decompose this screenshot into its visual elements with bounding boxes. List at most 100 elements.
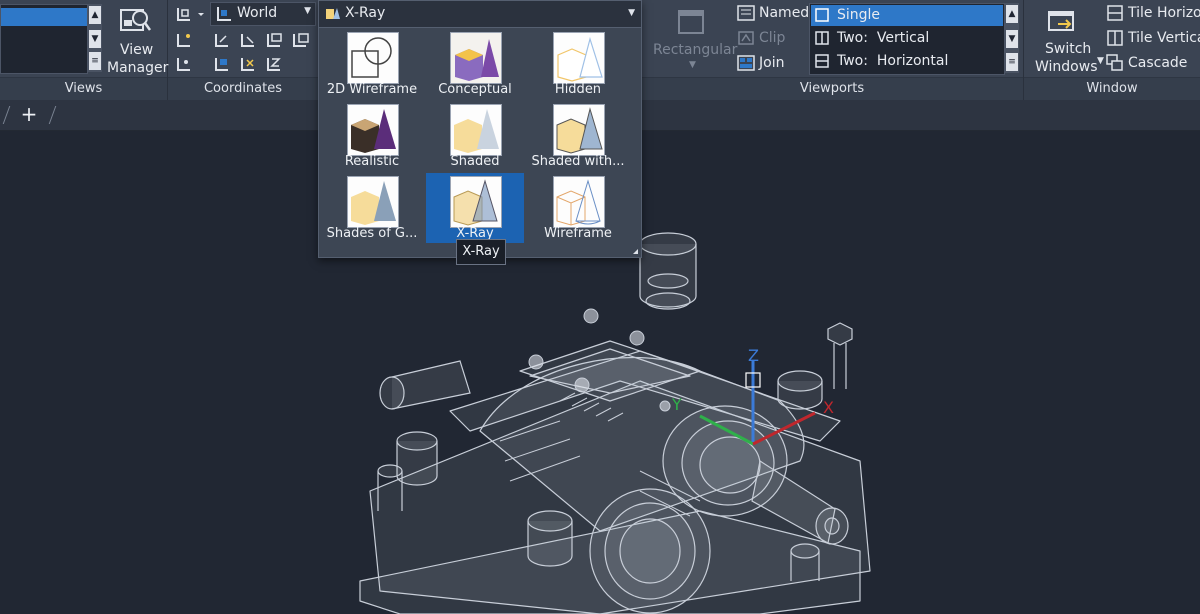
cascade-button[interactable]: Cascade [1106,54,1200,74]
ucs-zaxis-icon[interactable] [174,54,196,74]
ucs-y-label: Y [671,395,682,414]
tile-horizontal-button[interactable]: Tile Horizon [1106,4,1200,24]
style-2d-wireframe[interactable]: 2D Wireframe [323,29,421,99]
ucs-face-icon[interactable] [212,30,234,50]
viewport-config-label: Two: Vertical [837,30,930,46]
visual-style-icon [326,8,340,19]
switch-windows-label-1: Switch [1045,41,1092,57]
viewport-config-label: Two: Horizontal [837,53,949,69]
clip-label: Clip [759,30,786,46]
clip-icon [738,31,754,45]
cascade-label: Cascade [1128,55,1188,71]
views-list[interactable] [0,4,88,74]
ucs-view-icon[interactable] [264,30,286,50]
hidden-icon [557,36,603,82]
scroll-up-icon[interactable]: ▲ [1006,5,1018,23]
two-horizontal-icon [815,54,829,68]
ucs-icon [177,8,204,21]
style-hidden[interactable]: Hidden [529,29,627,99]
visual-style-dropdown[interactable]: X-Ray ▼ [319,1,641,28]
style-label: Hidden [554,82,602,97]
tile-horizontal-label: Tile Horizon [1128,5,1200,21]
viewports-panel: Rectangular ▼ Named Clip Join Single Two… [641,0,1024,100]
style-label: Shaded with... [531,154,625,169]
rectangular-viewport-icon [678,10,704,34]
chevron-down-icon: ▼ [628,8,635,18]
switch-windows-button[interactable]: Switch Windows ▼ [1028,4,1104,75]
tab-separator [0,106,11,124]
view-manager-label-1: View [120,42,154,58]
cascade-icon [1106,54,1123,71]
tile-vertical-button[interactable]: Tile Vertical [1106,29,1200,49]
viewport-config-two-horizontal[interactable]: Two: Horizontal [811,51,1003,72]
realistic-icon [351,109,396,153]
expand-icon[interactable]: ≡ [1006,53,1018,71]
style-label: 2D Wireframe [326,82,418,97]
style-shaded[interactable]: Shaded [426,101,524,171]
chevron-down-icon: ▼ [689,60,696,70]
views-list-selected[interactable] [1,8,87,26]
named-button[interactable]: Named [737,4,810,24]
view-manager-label-2: Manager [107,60,169,76]
tile-horizontal-icon [1107,5,1123,21]
clip-button[interactable]: Clip [737,29,807,49]
ucs-x-icon[interactable] [212,54,234,74]
style-x-ray[interactable]: X-Ray [426,173,524,243]
viewport-config-scrollbar[interactable]: ▲ ▼ ≡ [1005,3,1019,73]
coordinates-panel: World ▼ Coordinates [168,0,319,100]
window-panel: Switch Windows ▼ Tile Horizon Tile Verti… [1024,0,1200,100]
shaded-with-edges-icon [556,107,603,154]
style-wireframe[interactable]: Wireframe [529,173,627,243]
visual-style-current: X-Ray [345,5,386,21]
scroll-up-icon[interactable]: ▲ [89,6,101,24]
ucs-3point-icon[interactable] [174,30,196,50]
named-label: Named [759,5,810,21]
style-label: Conceptual [438,82,512,97]
ucs-value: World [237,5,278,21]
resize-grip-icon[interactable] [633,249,638,254]
style-conceptual[interactable]: Conceptual [426,29,524,99]
ucs-object-icon[interactable] [238,30,260,50]
tab-separator [42,106,57,124]
views-panel-title: Views [0,77,167,100]
style-shaded-with-edges[interactable]: Shaded with... [529,101,627,171]
ucs-origin-icon[interactable] [290,30,312,50]
ucs-z-label: Z [748,346,759,365]
style-shades-of-gray[interactable]: Shades of G... [323,173,421,243]
named-viewports-icon [737,5,755,21]
view-manager-icon [120,9,152,31]
scroll-down-icon[interactable]: ▼ [1006,30,1018,48]
visual-styles-gallery: X-Ray ▼ 2D Wireframe Conceptual Hidden R… [318,0,642,258]
new-tab-button[interactable]: + [18,102,40,126]
viewport-config-label: Single [837,7,881,23]
views-list-scrollbar[interactable]: ▲ ▼ ≡ [88,4,102,72]
style-label: Realistic [344,154,400,169]
viewport-config-single[interactable]: Single [811,5,1003,26]
switch-windows-label-2: Windows [1035,59,1098,75]
tile-vertical-icon [1107,30,1123,46]
tile-vertical-label: Tile Vertical [1128,30,1200,46]
scroll-down-icon[interactable]: ▼ [89,30,101,48]
rectangular-button[interactable]: Rectangular ▼ [647,4,737,72]
views-panel: ▲ ▼ ≡ View Manager Views [0,0,168,100]
style-label: Shaded [450,154,500,169]
ucs-dropdown[interactable]: World ▼ [210,2,316,26]
tooltip: X-Ray [456,239,506,265]
viewport-config-two-vertical[interactable]: Two: Vertical [811,28,1003,49]
style-realistic[interactable]: Realistic [323,101,421,171]
shaded-icon [454,109,499,153]
expand-icon[interactable]: ≡ [89,52,101,70]
join-icon [737,55,755,71]
single-viewport-icon [815,8,829,22]
ucs-y-icon[interactable] [238,54,260,74]
ucs-z-icon[interactable] [264,54,286,74]
conceptual-icon [451,33,501,83]
wireframe-icon [556,179,601,226]
join-button[interactable]: Join [737,54,807,74]
world-ucs-icon [217,7,231,21]
window-panel-title: Window [1024,77,1200,100]
viewport-config-list[interactable]: Single Two: Vertical Two: Horizontal [809,3,1005,75]
chevron-down-icon: ▼ [1097,56,1104,66]
view-manager-button[interactable]: View Manager [104,2,168,76]
ucs-icon-button[interactable] [174,4,206,24]
